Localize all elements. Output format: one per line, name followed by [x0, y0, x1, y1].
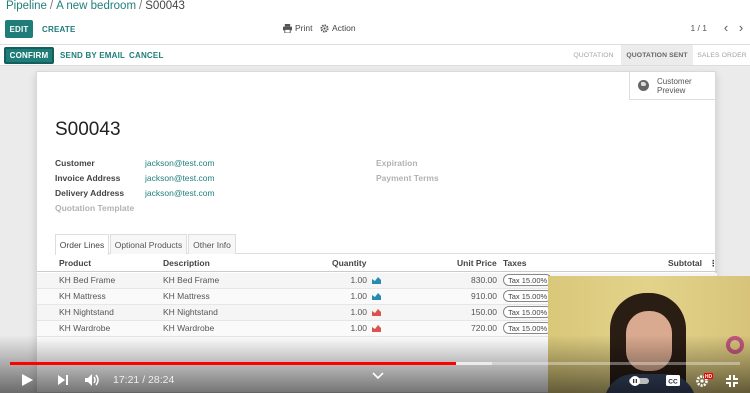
line-product: KH Nightstand [59, 307, 114, 317]
line-tax-badge: Tax 15.00% [503, 290, 553, 302]
svg-text:CC: CC [668, 379, 678, 386]
captions-icon[interactable]: CC [665, 374, 681, 387]
autoplay-toggle-icon[interactable] [628, 375, 650, 387]
tab-order-lines[interactable]: Order Lines [55, 234, 109, 255]
line-description: KH Wardrobe [163, 323, 215, 333]
pager-value: 1 / 1 [690, 23, 707, 33]
chevron-down-icon[interactable] [372, 372, 384, 380]
column-product[interactable]: Product [59, 258, 91, 268]
cancel-button[interactable]: CANCEL [129, 47, 164, 64]
column-quantity[interactable]: Quantity [332, 258, 366, 268]
create-button[interactable]: CREATE [42, 20, 76, 38]
ring-decoration [726, 336, 744, 354]
column-unit-price[interactable]: Unit Price [457, 258, 497, 268]
breadcrumb-separator: / [49, 0, 54, 12]
exit-fullscreen-icon[interactable] [725, 374, 739, 388]
breadcrumb-separator: / [139, 0, 143, 12]
breadcrumb-pipeline[interactable]: Pipeline [6, 0, 47, 12]
stage-quotation[interactable]: QUOTATION [566, 45, 621, 65]
edit-button[interactable]: EDIT [5, 20, 33, 38]
breadcrumb: Pipeline / A new bedroom / S00043 [6, 0, 185, 12]
breadcrumb-bar: Pipeline / A new bedroom / S00043 [0, 0, 750, 18]
line-quantity: 1.00 [350, 323, 367, 333]
progress-played [10, 362, 457, 365]
line-quantity: 1.00 [350, 291, 367, 301]
forecast-graph-icon[interactable] [372, 308, 381, 316]
customer-preview-line-1: Customer [657, 76, 692, 86]
line-description: KH Mattress [163, 291, 210, 301]
line-quantity: 1.00 [350, 275, 367, 285]
line-tax-badge: Tax 15.00% [503, 322, 553, 334]
pager-next-icon[interactable]: › [734, 20, 748, 36]
next-icon[interactable] [57, 373, 69, 387]
line-tax-badge: Tax 15.00% [503, 274, 553, 286]
confirm-button[interactable]: CONFIRM [4, 47, 54, 64]
invoice-address-link[interactable]: jackson@test.com [145, 173, 215, 183]
line-product: KH Bed Frame [59, 275, 116, 285]
customer-link[interactable]: jackson@test.com [145, 158, 215, 168]
line-description: KH Nightstand [163, 307, 218, 317]
pager-prev-icon[interactable]: ‹ [719, 20, 733, 36]
tab-other-info[interactable]: Other Info [188, 234, 236, 254]
line-unit-price: 830.00 [471, 275, 497, 285]
breadcrumb-current: S00043 [145, 0, 185, 12]
volume-icon[interactable] [84, 373, 101, 387]
line-product: KH Wardrobe [59, 323, 111, 333]
forecast-graph-icon[interactable] [372, 276, 381, 284]
delivery-address-label: Delivery Address [55, 188, 125, 198]
print-label: Print [295, 23, 313, 33]
column-options-icon[interactable]: ⋮ [709, 258, 718, 269]
stage-sales-order[interactable]: SALES ORDER [694, 45, 750, 65]
action-label: Action [332, 23, 356, 33]
print-menu[interactable]: Print [283, 23, 312, 33]
expiration-label: Expiration [376, 158, 418, 168]
printer-icon [283, 23, 292, 33]
line-quantity: 1.00 [350, 307, 367, 317]
line-description: KH Bed Frame [163, 275, 220, 285]
breadcrumb-opportunity[interactable]: A new bedroom [56, 0, 136, 12]
gear-icon [320, 23, 329, 33]
forecast-graph-icon[interactable] [372, 292, 381, 300]
line-tax-badge: Tax 15.00% [503, 306, 553, 318]
settings-gear-icon[interactable]: HD [695, 372, 713, 388]
customer-label: Customer [55, 158, 95, 168]
globe-icon [638, 80, 649, 91]
line-product: KH Mattress [59, 291, 106, 301]
stage-quotation-sent[interactable]: QUOTATION SENT [621, 45, 693, 65]
line-unit-price: 150.00 [471, 307, 497, 317]
send-by-email-button[interactable]: SEND BY EMAIL [60, 47, 125, 64]
line-unit-price: 720.00 [471, 323, 497, 333]
progress-bar[interactable] [10, 362, 740, 365]
notebook-tabs: Order Lines Optional Products Other Info [55, 234, 717, 255]
customer-preview-label: Customer Preview [657, 77, 692, 95]
quotation-template-label: Quotation Template [55, 203, 135, 213]
control-panel: EDIT CREATE Print Action 1 / 1 ‹ › [0, 18, 750, 44]
forecast-graph-icon[interactable] [372, 324, 381, 332]
delivery-address-link[interactable]: jackson@test.com [145, 188, 215, 198]
column-description[interactable]: Description [163, 258, 210, 268]
action-menu[interactable]: Action [320, 23, 356, 33]
svg-text:HD: HD [705, 374, 713, 380]
column-taxes[interactable]: Taxes [503, 258, 526, 268]
page-title: S00043 [55, 119, 121, 140]
tab-optional-products[interactable]: Optional Products [110, 234, 187, 254]
video-time: 17:21 / 28:24 [113, 374, 175, 386]
statusbar: CONFIRM SEND BY EMAIL CANCEL QUOTATION Q… [0, 44, 750, 66]
invoice-address-label: Invoice Address [55, 173, 121, 183]
customer-preview-button[interactable]: Customer Preview [629, 72, 715, 100]
play-icon[interactable] [20, 373, 34, 387]
customer-preview-line-2: Preview [657, 85, 686, 95]
line-unit-price: 910.00 [471, 291, 497, 301]
table-header: Product Description Quantity Unit Price … [37, 256, 718, 272]
payment-terms-label: Payment Terms [376, 173, 439, 183]
column-subtotal[interactable]: Subtotal [668, 258, 702, 268]
